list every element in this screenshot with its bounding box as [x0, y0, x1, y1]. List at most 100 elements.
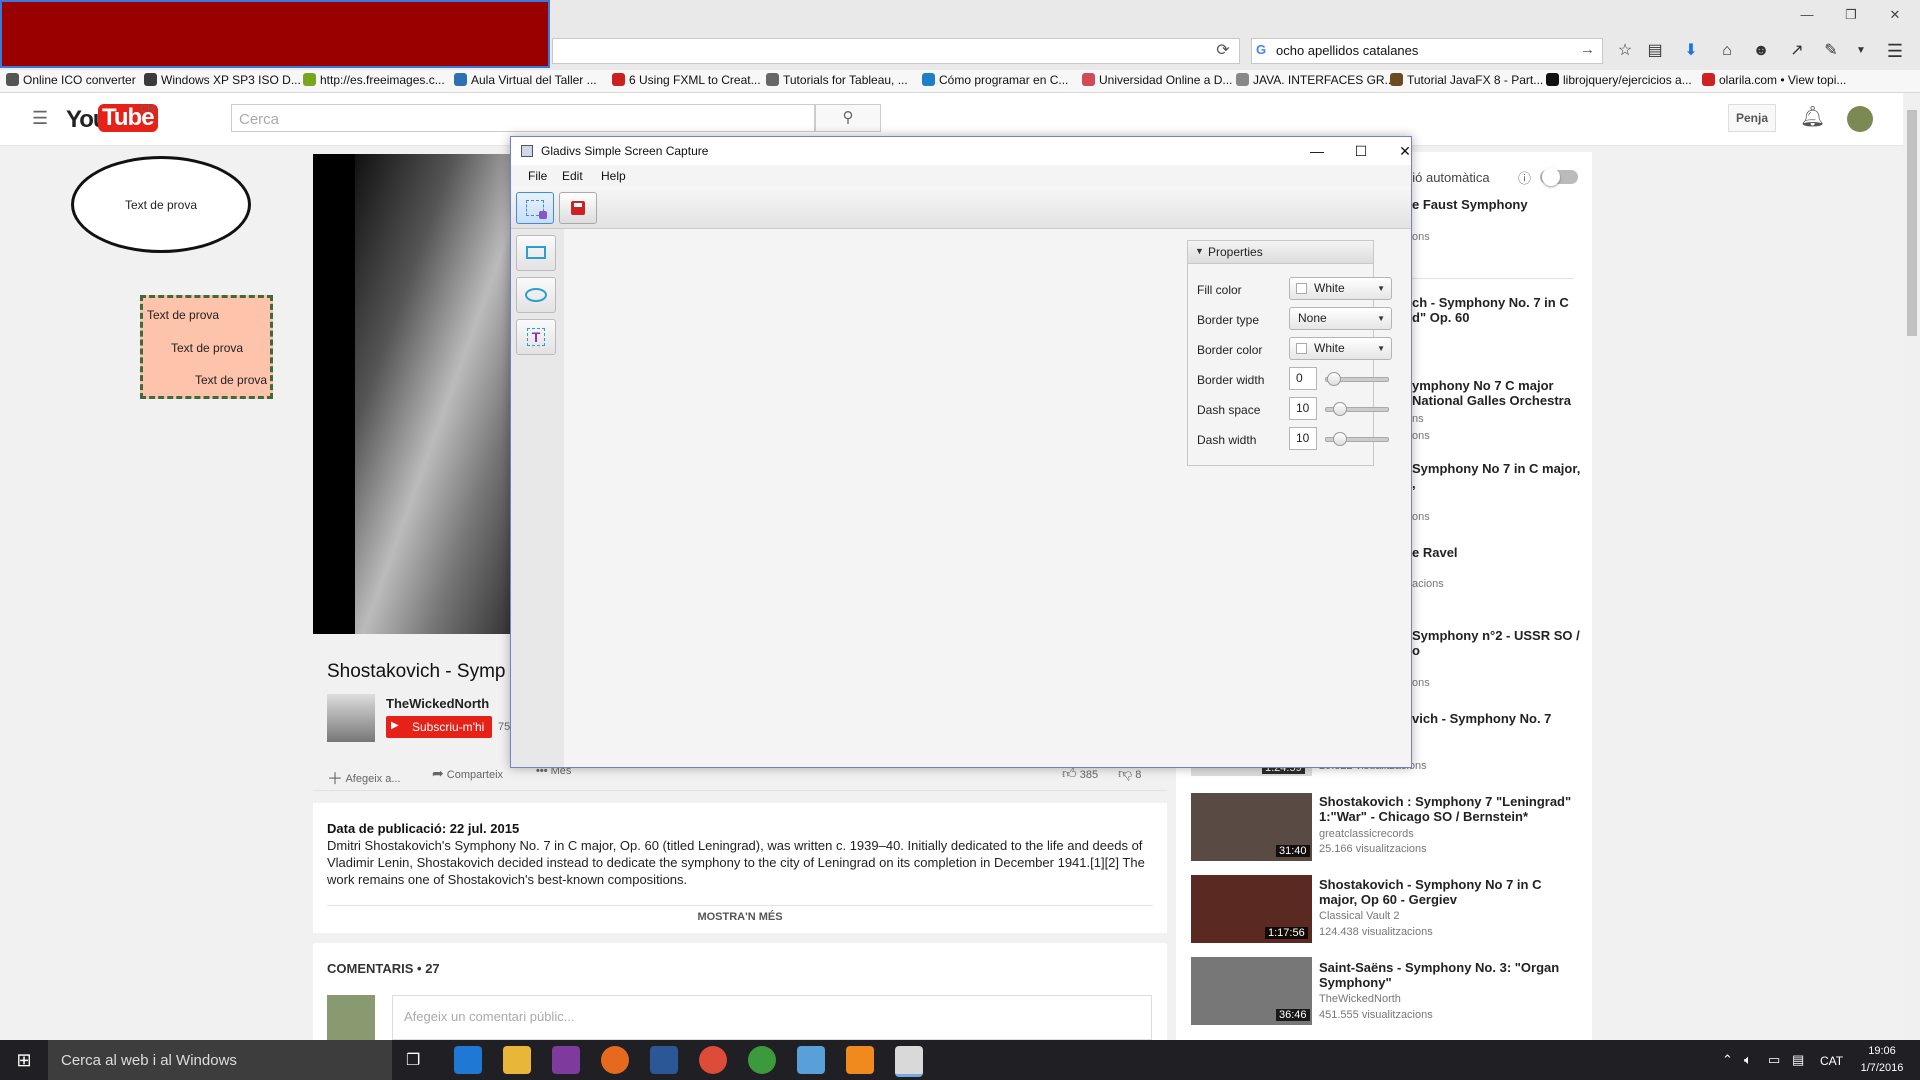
- bookmark-item[interactable]: http://es.freeimages.c...: [303, 73, 445, 87]
- url-bar[interactable]: [552, 38, 1240, 64]
- notifications-icon[interactable]: ▤: [1792, 1052, 1804, 1068]
- minimize-icon[interactable]: —: [1297, 140, 1337, 162]
- utorrent-icon[interactable]: [748, 1046, 776, 1074]
- channel-name[interactable]: TheWickedNorth: [386, 696, 489, 711]
- clock-date[interactable]: 1/7/2016: [1857, 1062, 1907, 1074]
- dash-width-input[interactable]: 10: [1289, 427, 1317, 450]
- toggle-knob[interactable]: [1542, 168, 1560, 186]
- reload-icon[interactable]: ⟳: [1212, 40, 1234, 62]
- slider-thumb[interactable]: [1333, 402, 1347, 416]
- share-button[interactable]: ➦ Comparteix: [432, 765, 503, 782]
- tools-icon[interactable]: ✎: [1818, 40, 1844, 62]
- fill-color-picker[interactable]: White ▼: [1289, 277, 1392, 300]
- channel-avatar[interactable]: [327, 694, 375, 742]
- bookmark-item[interactable]: JAVA. INTERFACES GR...: [1236, 73, 1395, 87]
- language-indicator[interactable]: CAT: [1820, 1054, 1843, 1068]
- network-icon[interactable]: ▭: [1768, 1052, 1780, 1068]
- volume-icon[interactable]: 🔈︎: [1744, 1052, 1752, 1068]
- vlc-icon[interactable]: [846, 1046, 874, 1074]
- minimize-icon[interactable]: —: [1790, 4, 1824, 26]
- close-icon[interactable]: ✕: [1385, 140, 1425, 162]
- channel-name[interactable]: greatclassicrecords: [1319, 828, 1414, 840]
- maximize-icon[interactable]: ☐: [1341, 140, 1381, 162]
- border-width-input[interactable]: 0: [1289, 367, 1317, 390]
- home-icon[interactable]: ⌂: [1714, 40, 1740, 62]
- border-type-select[interactable]: None ▼: [1289, 307, 1392, 330]
- recommended-title[interactable]: vich - Symphony No. 7: [1412, 711, 1582, 726]
- dash-space-input[interactable]: 10: [1289, 397, 1317, 420]
- hamburger-menu-icon[interactable]: ☰: [1882, 40, 1908, 62]
- recommended-title[interactable]: e Ravel: [1412, 545, 1582, 560]
- bookmark-item[interactable]: Tutorial JavaFX 8 - Part...: [1390, 73, 1543, 87]
- dropdown-icon[interactable]: ▼: [1848, 40, 1874, 62]
- virtualbox-icon[interactable]: [797, 1046, 825, 1074]
- bookmark-item[interactable]: Tutorials for Tableau, ...: [766, 73, 908, 87]
- onenote-icon[interactable]: [552, 1046, 580, 1074]
- guide-menu-icon[interactable]: ☰: [32, 108, 48, 129]
- edge-icon[interactable]: [454, 1046, 482, 1074]
- recommended-title[interactable]: e Faust Symphony: [1412, 197, 1582, 212]
- menu-edit[interactable]: Edit: [562, 169, 583, 183]
- recommended-title[interactable]: Symphony n°2 - USSR SO / o: [1412, 628, 1582, 658]
- recommended-title[interactable]: Saint-Saëns - Symphony No. 3: "Organ Sym…: [1319, 960, 1579, 990]
- bookmark-item[interactable]: olarila.com • View topi...: [1702, 73, 1846, 87]
- info-icon[interactable]: ⓘ: [1518, 168, 1531, 187]
- upload-button[interactable]: Penja: [1728, 104, 1776, 132]
- rectangle-tool-button[interactable]: [516, 235, 556, 271]
- save-button[interactable]: [559, 192, 597, 224]
- recommended-title[interactable]: ch - Symphony No. 7 in C d" Op. 60: [1412, 295, 1582, 325]
- capture-selection-rectangle[interactable]: [0, 0, 550, 68]
- dashed-rectangle-shape[interactable]: Text de prova Text de prova Text de prov…: [140, 295, 273, 399]
- windows-start-icon[interactable]: ⊞: [0, 1040, 48, 1080]
- menu-file[interactable]: File: [528, 169, 547, 183]
- bookmark-item[interactable]: 6 Using FXML to Creat...: [612, 73, 761, 87]
- file-explorer-icon[interactable]: [503, 1046, 531, 1074]
- slider-thumb[interactable]: [1327, 372, 1341, 386]
- chat-icon[interactable]: ☻: [1748, 40, 1774, 62]
- bookmark-item[interactable]: Cómo programar en C...: [922, 73, 1068, 87]
- notification-bell-icon[interactable]: 🔔︎: [1800, 104, 1825, 129]
- show-more-button[interactable]: MOSTRA'N MÉS: [313, 911, 1167, 923]
- channel-name[interactable]: TheWickedNorth: [1319, 993, 1401, 1005]
- menu-help[interactable]: Help: [601, 169, 626, 183]
- channel-name[interactable]: Classical Vault 2: [1319, 910, 1400, 922]
- firefox-icon[interactable]: [601, 1046, 629, 1074]
- extension-icon[interactable]: ↗: [1784, 40, 1810, 62]
- ellipse-shape[interactable]: Text de prova: [71, 156, 251, 253]
- word-icon[interactable]: [650, 1046, 678, 1074]
- bookmark-item[interactable]: librojquery/ejercicios a...: [1546, 73, 1692, 87]
- java-app-icon[interactable]: [895, 1046, 923, 1077]
- download-icon[interactable]: ⬇: [1678, 40, 1704, 62]
- bookmark-label: Windows XP SP3 ISO D...: [161, 73, 301, 87]
- restore-icon[interactable]: ❐: [1834, 4, 1868, 26]
- text-tool-button[interactable]: T: [516, 319, 556, 355]
- slider-thumb[interactable]: [1333, 432, 1347, 446]
- capture-button[interactable]: [516, 192, 554, 224]
- tray-expand-icon[interactable]: ⌃: [1722, 1052, 1733, 1068]
- close-icon[interactable]: ✕: [1878, 4, 1912, 26]
- collapse-arrow-icon[interactable]: ▼: [1195, 246, 1204, 256]
- scrollbar-thumb[interactable]: [1907, 110, 1917, 336]
- youtube-search-input[interactable]: [231, 104, 815, 132]
- subscribe-button[interactable]: Subscriu-m'hi: [386, 716, 492, 738]
- border-color-picker[interactable]: White ▼: [1289, 337, 1392, 360]
- ellipse-tool-button[interactable]: [516, 277, 556, 313]
- chrome-icon[interactable]: [699, 1046, 727, 1074]
- task-view-icon[interactable]: ❐: [406, 1050, 420, 1070]
- recommended-title[interactable]: Symphony No 7 in C major, ,: [1412, 461, 1582, 491]
- avatar[interactable]: [1847, 106, 1873, 132]
- bookmark-item[interactable]: Aula Virtual del Taller ...: [454, 73, 597, 87]
- clock-time[interactable]: 19:06: [1857, 1045, 1907, 1057]
- search-go-icon[interactable]: →: [1580, 40, 1595, 60]
- reading-list-icon[interactable]: ▤: [1642, 40, 1668, 62]
- bookmark-star-icon[interactable]: ☆: [1612, 40, 1638, 62]
- recommended-meta: acions: [1412, 578, 1444, 590]
- bookmark-item[interactable]: Online ICO converter: [6, 73, 136, 87]
- recommended-title[interactable]: Shostakovich : Symphony 7 "Leningrad" 1:…: [1319, 794, 1579, 824]
- recommended-title[interactable]: ymphony No 7 C major National Galles Orc…: [1412, 378, 1582, 408]
- recommended-title[interactable]: Shostakovich - Symphony No 7 in C major,…: [1319, 877, 1579, 907]
- bookmark-item[interactable]: Universidad Online a D...: [1082, 73, 1232, 87]
- bookmark-item[interactable]: Windows XP SP3 ISO D...: [144, 73, 301, 87]
- search-icon[interactable]: ⚲: [815, 104, 881, 132]
- add-to-button[interactable]: ＋ Afegeix a...: [327, 765, 401, 789]
